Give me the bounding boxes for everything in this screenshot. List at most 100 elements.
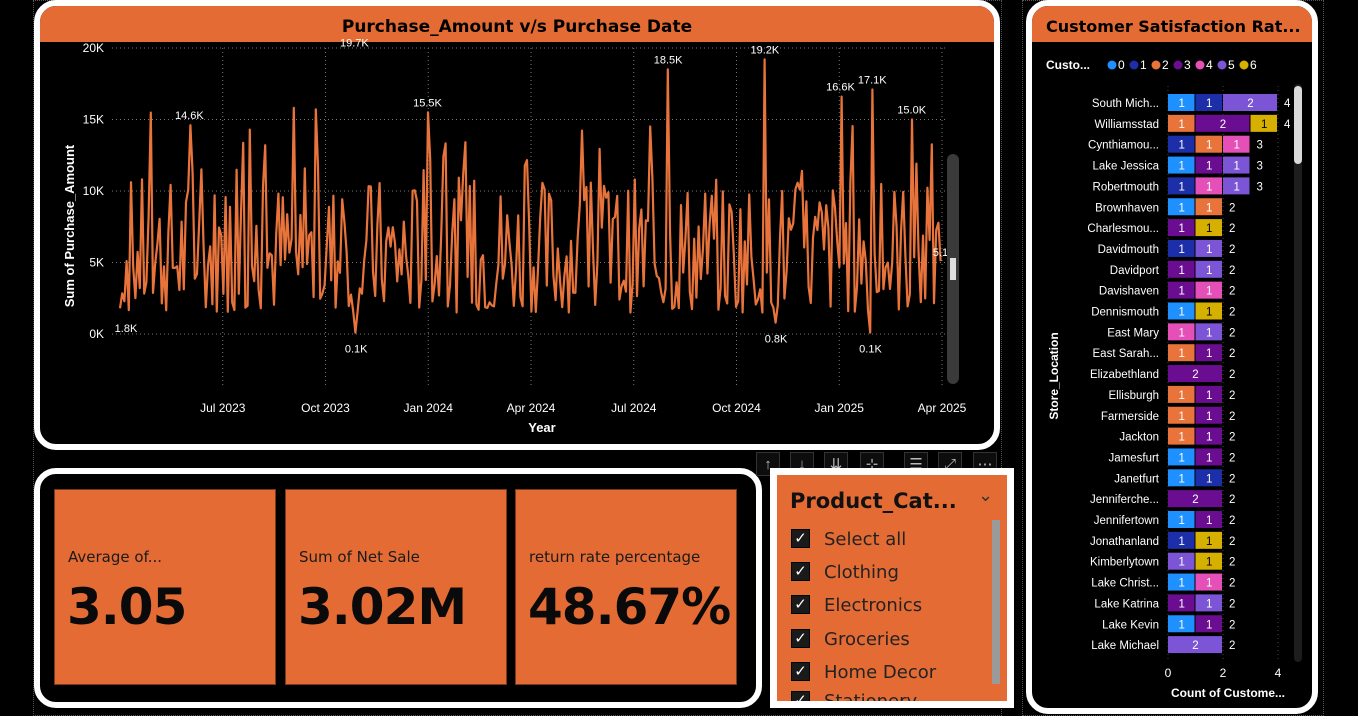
- bar-segment-label: 1: [1179, 98, 1185, 110]
- kpi-average[interactable]: Average of... 3.05: [54, 489, 276, 685]
- legend-label-3: 3: [1184, 58, 1191, 72]
- bar-segment-label: 2: [1247, 98, 1253, 110]
- chevron-down-icon[interactable]: ⌄: [978, 485, 993, 506]
- bar-segment-label: 1: [1179, 452, 1185, 464]
- y-tick-label: 15K: [83, 113, 104, 127]
- bar-segment-label: 2: [1192, 369, 1198, 381]
- bar-segment-label: 1: [1206, 390, 1212, 402]
- checkbox-checked-icon[interactable]: ✓: [791, 629, 810, 648]
- kpi-net-sale[interactable]: Sum of Net Sale 3.02M: [285, 489, 507, 685]
- bar-total-label: 2: [1229, 557, 1235, 569]
- data-label: 0.1K: [859, 344, 882, 356]
- slicer-scrollbar-thumb[interactable]: [992, 520, 1000, 684]
- bar-segment-label: 1: [1179, 557, 1185, 569]
- bar-chart-scrollbar-track[interactable]: [1294, 84, 1302, 662]
- data-label: 16.6K: [826, 82, 855, 94]
- bar-segment-label: 1: [1206, 244, 1212, 256]
- category-label: Kimberlytown: [1090, 557, 1159, 569]
- bar-segment-label: 1: [1206, 348, 1212, 360]
- category-label: Brownhaven: [1095, 202, 1159, 214]
- bar-segment-label: 2: [1192, 494, 1198, 506]
- bar-segment-label: 1: [1179, 161, 1185, 173]
- kpi-return-rate[interactable]: return rate percentage 48.67%: [515, 489, 737, 685]
- slicer-item-groceries[interactable]: ✓ Groceries: [791, 625, 991, 653]
- slicer-item-select-all[interactable]: ✓ Select all: [791, 525, 991, 553]
- product-category-slicer[interactable]: Product_Cat... ⌄ ✓ Select all ✓ Clothing…: [770, 468, 1014, 708]
- category-label: Ellisburgh: [1109, 390, 1160, 402]
- legend-marker-6: [1239, 60, 1249, 70]
- category-label: Charlesmou...: [1087, 223, 1159, 235]
- bar-total-label: 2: [1229, 473, 1235, 485]
- kpi-net-sale-value: 3.02M: [298, 578, 467, 636]
- bar-segment-label: 1: [1206, 98, 1212, 110]
- bar-segment-label: 1: [1206, 265, 1212, 277]
- x-tick-label: 0: [1165, 666, 1172, 680]
- category-label: Lake Christ...: [1091, 578, 1159, 590]
- checkbox-checked-icon[interactable]: ✓: [791, 562, 810, 581]
- slicer-item-home-decor[interactable]: ✓ Home Decor: [791, 658, 991, 686]
- checkbox-checked-icon[interactable]: ✓: [791, 529, 810, 548]
- bar-segment-label: 1: [1206, 327, 1212, 339]
- bar-chart-plot[interactable]: Custo... 0 1 2 3 4 5 60 2 4Count of Custome...Sto…: [1032, 6, 1312, 708]
- bar-segment-label: 1: [1179, 411, 1185, 423]
- slicer-item-label: Clothing: [824, 562, 899, 583]
- category-label: South Mich...: [1092, 98, 1159, 110]
- kpi-card-group: Average of... 3.05 Sum of Net Sale 3.02M…: [34, 468, 762, 708]
- bar-segment-label: 1: [1179, 598, 1185, 610]
- checkbox-checked-icon[interactable]: ✓: [791, 595, 810, 614]
- legend-marker-1: [1129, 60, 1139, 70]
- category-label: Jamesfurt: [1109, 452, 1160, 464]
- slicer-item-electronics[interactable]: ✓ Electronics: [791, 591, 991, 619]
- purchase-amount-series-line[interactable]: [118, 58, 942, 334]
- data-label: 19.7K: [340, 37, 369, 49]
- bar-chart-scrollbar-thumb[interactable]: [1294, 86, 1302, 164]
- category-label: Robertmouth: [1093, 181, 1159, 193]
- category-label: Dennismouth: [1091, 307, 1159, 319]
- slicer-item-stationery[interactable]: ✓ Stationery: [791, 687, 991, 701]
- checkbox-checked-icon[interactable]: ✓: [791, 691, 810, 701]
- bar-segment-label: 1: [1206, 452, 1212, 464]
- category-label: Lake Kevin: [1102, 619, 1159, 631]
- bar-segment-label: 1: [1179, 202, 1185, 214]
- x-axis-title: Count of Custome...: [1171, 686, 1285, 700]
- y-tick-label: 0K: [89, 327, 104, 341]
- bar-segment-label: 1: [1206, 619, 1212, 631]
- data-label: 15.5K: [413, 97, 442, 109]
- bar-segment-label: 1: [1206, 536, 1212, 548]
- slicer-item-label: Select all: [824, 529, 907, 550]
- category-label: Jennifertown: [1094, 515, 1159, 527]
- data-label: 19.2K: [750, 44, 779, 56]
- slicer-item-clothing[interactable]: ✓ Clothing: [791, 558, 991, 586]
- y-tick-label: 20K: [83, 41, 104, 55]
- bar-total-label: 4: [1284, 98, 1291, 110]
- bar-segment-label: 1: [1206, 598, 1212, 610]
- bar-total-label: 2: [1229, 390, 1235, 402]
- bar-segment-label: 1: [1234, 181, 1240, 193]
- bar-segment-label: 1: [1179, 348, 1185, 360]
- bar-total-label: 2: [1229, 536, 1235, 548]
- data-label: 0.8K: [765, 334, 788, 346]
- purchase-amount-line-chart[interactable]: Purchase_Amount v/s Purchase Date 0K 5K 10…: [34, 0, 1000, 450]
- bar-segment-label: 1: [1179, 265, 1185, 277]
- legend-label-2: 2: [1162, 58, 1169, 72]
- bar-total-label: 2: [1229, 640, 1235, 652]
- bar-segment-label: 1: [1179, 223, 1185, 235]
- checkbox-checked-icon[interactable]: ✓: [791, 662, 810, 681]
- bar-total-label: 2: [1229, 244, 1235, 256]
- bar-segment-label: 1: [1179, 307, 1185, 319]
- bar-total-label: 2: [1229, 348, 1235, 360]
- bar-total-label: 2: [1229, 578, 1235, 590]
- bar-segment-label: 1: [1179, 286, 1185, 298]
- bar-segment-label: 1: [1206, 161, 1212, 173]
- bar-segment-label: 1: [1206, 411, 1212, 423]
- legend-label-6: 6: [1250, 58, 1257, 72]
- line-chart-plot[interactable]: 0K 5K 10K 15K 20K Jul 2023 Oct 2023 Jan 2024 Apr…: [40, 6, 994, 444]
- category-label: Farmerside: [1101, 411, 1159, 423]
- x-tick-label: Apr 2025: [918, 401, 967, 415]
- bar-total-label: 2: [1229, 619, 1235, 631]
- customer-satisfaction-bar-chart[interactable]: Customer Satisfaction Rat... Custo... 0 1 2…: [1026, 0, 1318, 714]
- x-tick-label: Apr 2024: [507, 401, 556, 415]
- bar-total-label: 2: [1229, 307, 1235, 319]
- legend-marker-5: [1217, 60, 1227, 70]
- bar-total-label: 2: [1229, 223, 1235, 235]
